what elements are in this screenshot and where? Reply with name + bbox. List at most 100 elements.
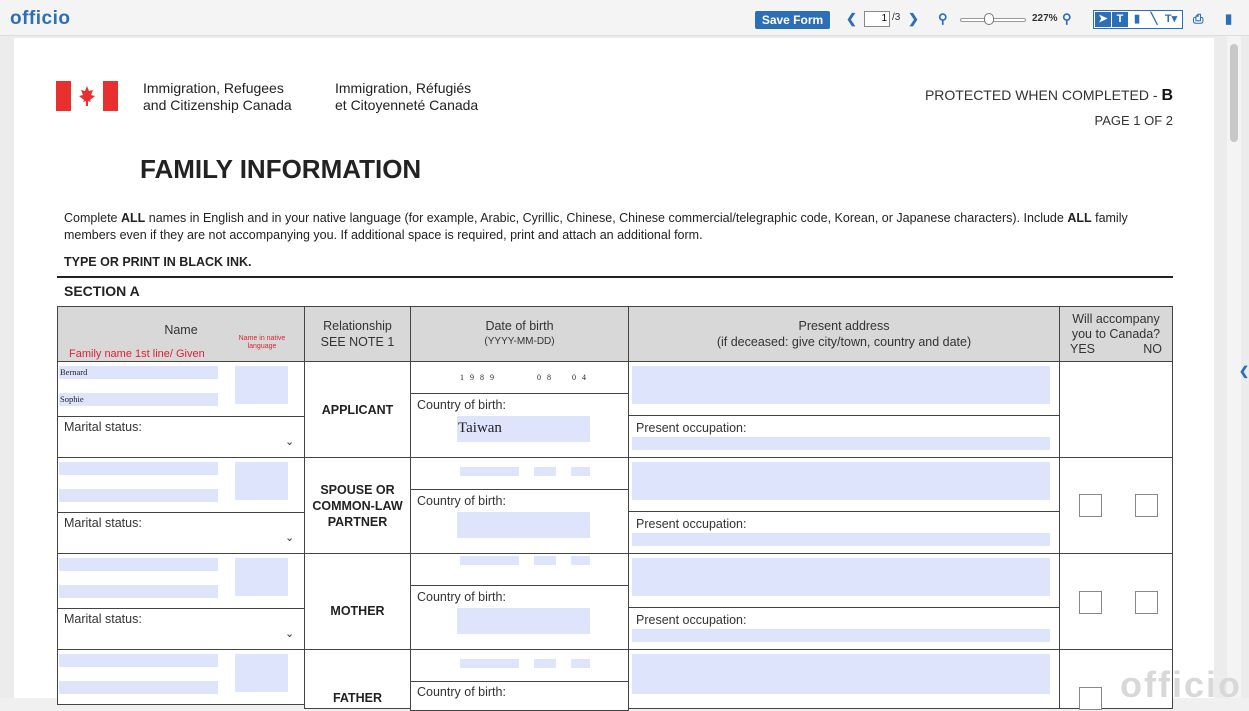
ink-note: TYPE OR PRINT IN BLACK INK.: [64, 255, 252, 269]
country-label: Country of birth:: [417, 685, 506, 699]
chevron-down-icon[interactable]: ⌄: [285, 531, 294, 544]
dept-name-en: Immigration, Refugees and Citizenship Ca…: [143, 80, 292, 114]
name-native-hint: Name in native language: [238, 335, 286, 350]
header-dob-label: Date of birth: [485, 319, 554, 333]
occupation-label: Present occupation:: [636, 613, 747, 627]
header-address: Present address (if deceased: give city/…: [628, 306, 1060, 362]
page-number-input[interactable]: 1: [864, 11, 890, 27]
comment-tool-icon[interactable]: ▮: [1129, 12, 1145, 27]
header-address-label: Present address: [798, 319, 890, 333]
address-field[interactable]: [632, 558, 1050, 596]
dob-cell: [410, 361, 629, 394]
given-name-field[interactable]: [59, 681, 218, 694]
dob-cell: [410, 457, 629, 490]
intro-bold2: ALL: [1067, 211, 1092, 225]
native-name-field[interactable]: [235, 462, 288, 500]
form-title: FAMILY INFORMATION: [140, 154, 422, 184]
family-name-field[interactable]: [59, 462, 218, 475]
header-relationship-label: Relationship: [323, 319, 392, 333]
relationship-label: APPLICANT: [321, 403, 394, 417]
accompany-yes-checkbox[interactable]: [1079, 687, 1102, 710]
officio-watermark: officio: [1120, 664, 1242, 705]
native-name-field[interactable]: [235, 654, 288, 692]
comments-panel-icon[interactable]: ▮: [1225, 10, 1232, 28]
dob-month-field[interactable]: [534, 467, 556, 476]
native-name-field[interactable]: [235, 366, 288, 404]
address-field[interactable]: [632, 462, 1050, 500]
dept-fr-line1: Immigration, Réfugiés: [335, 80, 472, 96]
native-name-field[interactable]: [235, 558, 288, 596]
expand-panel-icon[interactable]: ❮: [1239, 364, 1249, 378]
given-name-field[interactable]: [59, 585, 218, 598]
marital-label: Marital status:: [64, 420, 142, 434]
relationship-label: MOTHER: [330, 604, 385, 618]
country-label: Country of birth:: [417, 494, 506, 508]
intro-bold1: ALL: [120, 211, 146, 225]
annotation-tools: ➤ T ▮ ╲ T▾: [1093, 10, 1183, 29]
officio-logo[interactable]: officio: [10, 8, 71, 30]
accompany-yes-checkbox[interactable]: [1079, 494, 1102, 517]
dept-en-line2: and Citizenship Canada: [143, 97, 292, 113]
country-label: Country of birth:: [417, 398, 506, 412]
next-page-icon[interactable]: ❯: [908, 10, 919, 28]
address-field[interactable]: [632, 654, 1050, 694]
header-address-note: (if deceased: give city/town, country an…: [716, 335, 972, 349]
chevron-down-icon[interactable]: ⌄: [285, 435, 294, 448]
country-field[interactable]: [457, 608, 590, 634]
save-form-button[interactable]: Save Form: [755, 11, 830, 29]
dob-month-field[interactable]: [534, 659, 556, 668]
accompany-no-checkbox[interactable]: [1135, 591, 1158, 614]
address-field[interactable]: [632, 366, 1050, 404]
family-name-field[interactable]: [59, 558, 218, 571]
header-dob-format: (YYYY-MM-DD): [484, 336, 555, 347]
scrollbar-thumb[interactable]: [1230, 44, 1238, 142]
occupation-label: Present occupation:: [636, 517, 747, 531]
zoom-out-icon[interactable]: ⚲: [938, 10, 948, 28]
zoom-level: 227%: [1032, 13, 1058, 24]
occupation-field[interactable]: [632, 437, 1050, 450]
header-yes: YES: [1070, 341, 1096, 356]
country-label: Country of birth:: [417, 590, 506, 604]
header-accompany: Will accompany you to Canada? YES NO: [1059, 306, 1173, 362]
protected-label: PROTECTED WHEN COMPLETED - B: [925, 87, 1173, 105]
dob-day[interactable]: 04: [572, 373, 592, 382]
zoom-in-icon[interactable]: ⚲: [1062, 10, 1072, 28]
intro-part2: names in English and in your native lang…: [145, 211, 1068, 225]
pen-tool-icon[interactable]: ╲: [1146, 12, 1162, 27]
given-name-value: Sophie: [60, 394, 84, 404]
dept-name-fr: Immigration, Réfugiés et Citoyenneté Can…: [335, 80, 478, 114]
name-hint-red: Family name 1st line/ Given: [69, 348, 205, 360]
header-relationship: Relationship SEE NOTE 1: [304, 306, 411, 362]
given-name-field[interactable]: [59, 489, 218, 502]
accompany-no-checkbox[interactable]: [1135, 494, 1158, 517]
chevron-down-icon[interactable]: ⌄: [285, 627, 294, 640]
occupation-field[interactable]: [632, 533, 1050, 546]
family-name-field[interactable]: [59, 654, 218, 667]
occupation-field[interactable]: [632, 629, 1050, 642]
dob-year-field[interactable]: [460, 467, 519, 476]
print-icon[interactable]: ⎙: [1193, 10, 1203, 28]
dob-year-field[interactable]: [460, 556, 519, 565]
family-name-value: Bernard: [60, 367, 88, 377]
dob-year-field[interactable]: [460, 659, 519, 668]
dob-month-field[interactable]: [534, 556, 556, 565]
prev-page-icon[interactable]: ❮: [846, 10, 857, 28]
dept-fr-line2: et Citoyenneté Canada: [335, 97, 479, 113]
dob-day-field[interactable]: [571, 659, 590, 668]
select-tool-icon[interactable]: ➤: [1095, 12, 1111, 27]
intro-part1: Complete: [64, 211, 121, 225]
country-field[interactable]: [457, 512, 590, 538]
accompany-cell: [1059, 361, 1173, 458]
accompany-yes-checkbox[interactable]: [1079, 591, 1102, 614]
dept-en-line1: Immigration, Refugees: [143, 80, 284, 96]
relationship-label: SPOUSE OR COMMON-LAW PARTNER: [312, 483, 403, 529]
page-count: PAGE 1 OF 2: [1094, 113, 1173, 128]
text-tool-icon[interactable]: T▾: [1163, 12, 1179, 27]
dob-day-field[interactable]: [571, 556, 590, 565]
dob-day-field[interactable]: [571, 467, 590, 476]
text-box-tool-icon[interactable]: T: [1112, 12, 1128, 27]
intro-text: Complete ALL names in English and in you…: [64, 210, 1174, 244]
dob-month[interactable]: 08: [537, 373, 557, 382]
zoom-slider-handle[interactable]: [984, 13, 994, 25]
dob-year[interactable]: 1989: [460, 373, 500, 382]
